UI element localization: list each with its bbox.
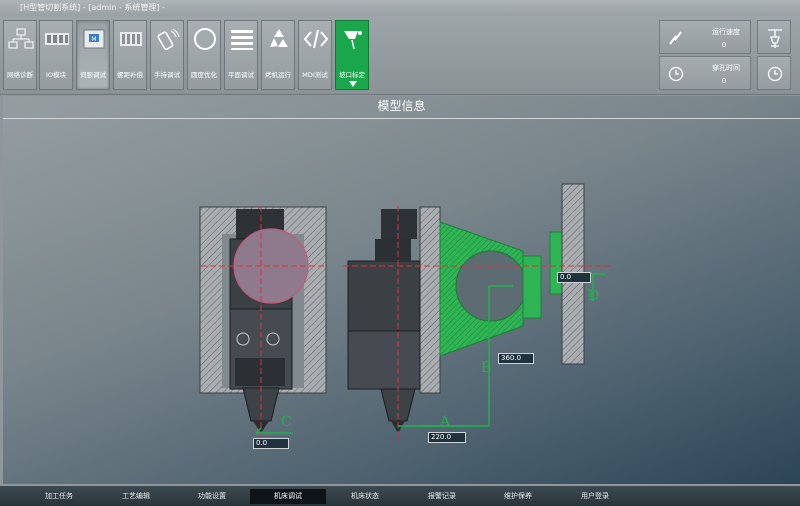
front-view: [199, 206, 327, 441]
tab-machine-debug[interactable]: 机床调试: [250, 489, 326, 504]
c-value-field[interactable]: 0.0: [253, 438, 289, 449]
tool-label: MDI测试: [302, 71, 328, 79]
bevel-model-diagram: [199, 183, 613, 441]
tool-io-module[interactable]: IO模块: [39, 20, 73, 90]
tool-label: 手持调试: [154, 71, 180, 79]
clock-icon: [767, 66, 783, 82]
dimension-a-letter: A: [440, 414, 451, 430]
tool-plane-debug[interactable]: 平面调试: [224, 20, 258, 90]
side-view: [343, 183, 613, 441]
speed-icon: [669, 31, 682, 45]
tab-user-login[interactable]: 用户登录: [557, 489, 633, 504]
window-title: [H型管切割系统] - [admin - 系统管理] -: [0, 0, 800, 16]
toolbar: 网络诊断 IO模块 M 伺服调试 螺距补偿 手持调试 圆度优化 平面调试 烤机运…: [0, 16, 800, 95]
dropdown-arrow-icon: [349, 81, 357, 87]
torch-icon: [768, 29, 782, 48]
tab-process-edit[interactable]: 工艺编辑: [98, 489, 174, 504]
d-value-field[interactable]: 0.0: [557, 272, 591, 283]
pierce-time-value: 0: [721, 77, 727, 85]
pierce-time-display: 穿孔时间 0: [659, 56, 751, 90]
bottom-nav: 加工任务 工艺编辑 功能设置 机床调试 机床状态 报警记录 维护保养 用户登录: [0, 486, 800, 506]
dimension-d-letter: D: [588, 288, 600, 304]
servo-icon: M: [83, 29, 105, 49]
tool-roundness-optimize[interactable]: 圆度优化: [187, 20, 221, 90]
b-value-field[interactable]: 360.0: [498, 353, 534, 364]
svg-text:M: M: [91, 36, 96, 43]
pierce-time-label: 穿孔时间: [712, 64, 740, 72]
tool-handheld-debug[interactable]: 手持调试: [150, 20, 184, 90]
tool-mdi-test[interactable]: MDI测试: [298, 20, 332, 90]
run-speed-value: 0: [721, 41, 727, 49]
a-value-field[interactable]: 220.0: [428, 432, 466, 443]
tab-maintenance[interactable]: 维护保养: [480, 489, 556, 504]
tool-label: 网络诊断: [7, 71, 33, 79]
tool-pitch-compensation[interactable]: 螺距补偿: [113, 20, 147, 90]
tool-servo-debug[interactable]: M 伺服调试: [76, 20, 110, 90]
timer-button[interactable]: [757, 56, 791, 90]
clock-icon: [668, 66, 684, 82]
bevel-calibration-icon: [344, 31, 362, 50]
model-info-panel: 模型信息 C A B D 0.0 220.0 360.0 0.0: [3, 96, 800, 484]
tab-machine-status[interactable]: 机床状态: [327, 489, 403, 504]
code-icon: [303, 29, 329, 49]
tool-label: 烤机运行: [265, 71, 291, 79]
tab-function-settings[interactable]: 功能设置: [174, 489, 250, 504]
tool-label: 坡口标定: [339, 71, 365, 79]
network-icon: [8, 28, 34, 49]
tool-label: 平面调试: [228, 71, 254, 79]
tool-label: IO模块: [45, 71, 67, 79]
pitch-compensation-icon: [120, 32, 142, 46]
run-speed-display: 运行速度 0: [659, 20, 751, 54]
torch-button[interactable]: [757, 20, 791, 54]
roundness-icon: [194, 28, 216, 50]
dimension-b-letter: B: [481, 360, 492, 376]
io-module-icon: [45, 33, 69, 45]
dimension-c-letter: C: [281, 414, 292, 430]
tab-alarm-log[interactable]: 报警记录: [404, 489, 480, 504]
recycle-icon: [270, 29, 288, 47]
tool-label: 伺服调试: [80, 71, 106, 79]
tool-burn-in-run[interactable]: 烤机运行: [261, 20, 295, 90]
plane-icon: [231, 30, 253, 50]
tool-label: 螺距补偿: [117, 71, 143, 79]
tool-bevel-calibration[interactable]: 坡口标定: [335, 20, 369, 90]
tool-network-diagnosis[interactable]: 网络诊断: [3, 20, 37, 90]
tool-label: 圆度优化: [191, 71, 217, 79]
tab-machining-task[interactable]: 加工任务: [21, 489, 97, 504]
run-speed-label: 运行速度: [712, 28, 740, 36]
handheld-icon: [157, 28, 180, 50]
